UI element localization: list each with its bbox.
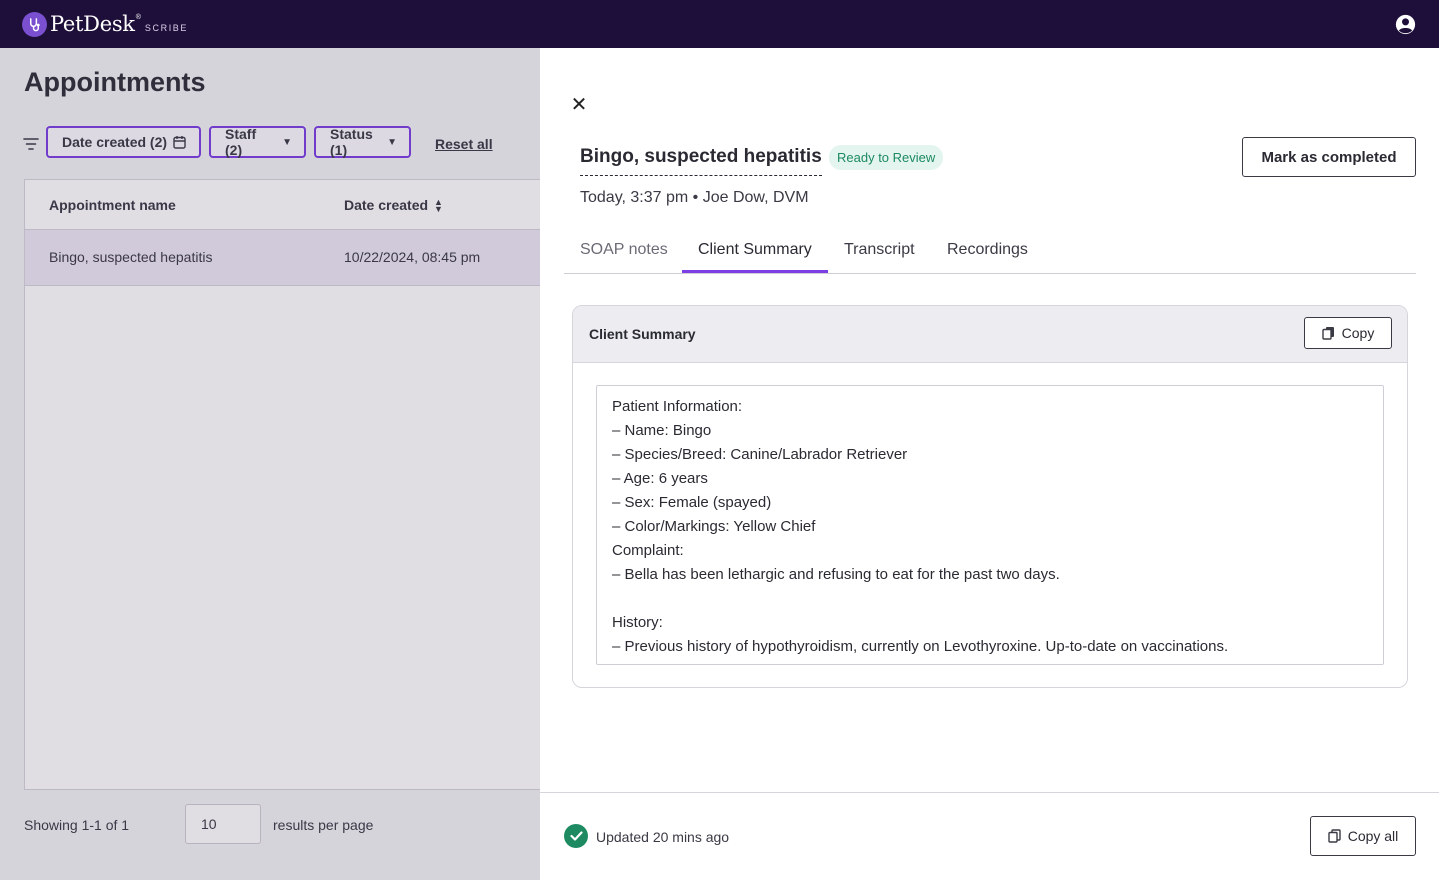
summary-line: – Sex: Female (spayed) [612,494,772,511]
check-circle-icon [564,824,588,848]
copy-button-label: Copy [1341,325,1375,341]
copy-all-button[interactable]: Copy all [1310,816,1416,856]
copy-icon [1321,327,1334,340]
tab-client-summary[interactable]: Client Summary [682,234,828,273]
copy-all-label: Copy all [1347,828,1399,844]
modal-overlay[interactable] [0,48,540,880]
close-icon[interactable]: ✕ [570,95,588,115]
client-summary-card: Client Summary Copy Patient Information:… [572,305,1408,688]
summary-line: Complaint: [612,542,684,559]
summary-line: – Bella has been lethargic and refusing … [612,566,1060,583]
tab-transcript[interactable]: Transcript [844,234,915,272]
card-header: Client Summary Copy [573,306,1407,363]
tab-soap-notes[interactable]: SOAP notes [580,234,668,272]
summary-line: – Species/Breed: Canine/Labrador Retriev… [612,446,908,463]
drawer-tabs: SOAP notes Client Summary Transcript Rec… [564,234,1416,274]
top-bar: PetDesk ® SCRIBE [0,0,1439,48]
appointment-title[interactable]: Bingo, suspected hepatitis [580,146,822,176]
appointment-drawer: ✕ Bingo, suspected hepatitis Ready to Re… [540,48,1439,881]
brand-product: SCRIBE [144,23,189,33]
tab-recordings[interactable]: Recordings [947,234,1028,272]
mark-as-completed-button[interactable]: Mark as completed [1242,137,1416,177]
summary-line: – Previous history of hypothyroidism, cu… [612,638,1229,655]
brand-registered-mark: ® [135,13,141,21]
petdesk-logo[interactable]: PetDesk ® SCRIBE [22,11,188,37]
summary-line: – Name: Bingo [612,422,712,439]
appointment-meta: Today, 3:37 pm • Joe Dow, DVM [580,189,809,206]
drawer-footer: Updated 20 mins ago Copy all [540,792,1439,881]
summary-line: History: [612,614,663,631]
summary-line: Patient Information: [612,398,743,415]
summary-line: – Age: 6 years [612,470,708,487]
summary-line: – Color/Markings: Yellow Chief [612,518,816,535]
copy-icon [1328,829,1341,843]
account-circle-icon[interactable] [1395,14,1416,35]
copy-button[interactable]: Copy [1304,317,1392,349]
client-summary-text[interactable]: Patient Information: – Name: Bingo – Spe… [596,385,1384,665]
brand-name: PetDesk [50,12,135,36]
status-badge: Ready to Review [829,145,944,170]
summary-line [612,587,1368,611]
updated-status: Updated 20 mins ago [596,829,730,845]
stethoscope-logo-icon [22,11,47,37]
card-title: Client Summary [589,326,696,342]
